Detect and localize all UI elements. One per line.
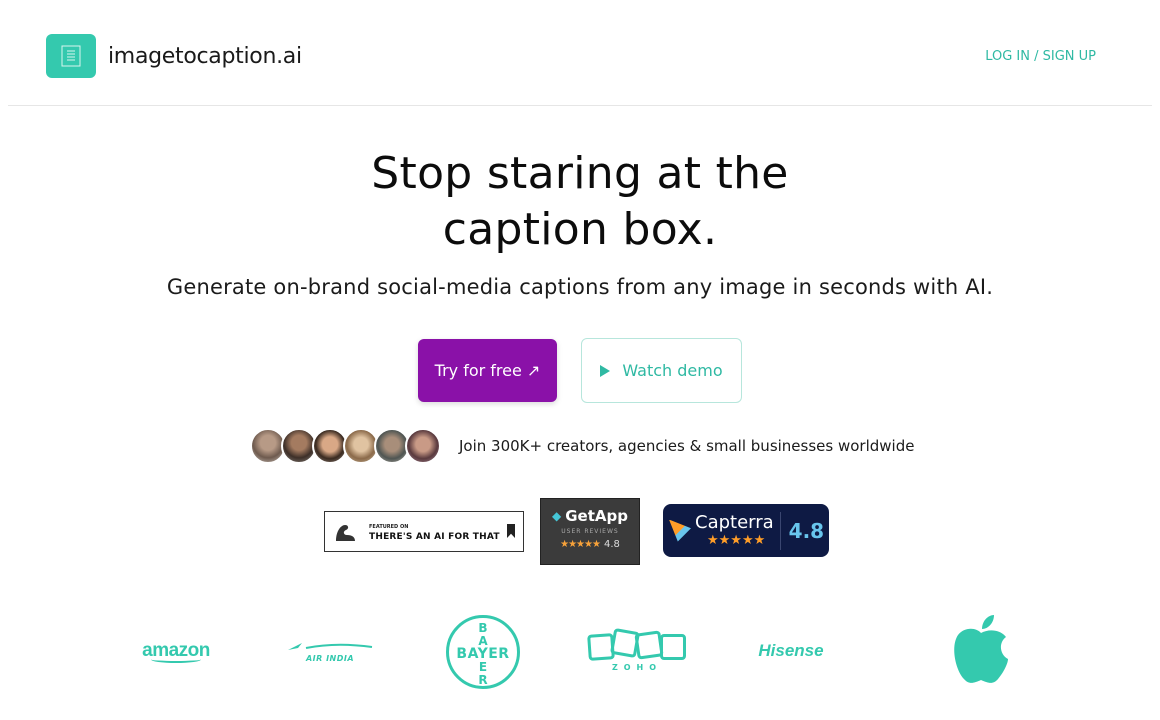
star-rating-icon: ★★★★★ xyxy=(560,539,601,550)
play-icon xyxy=(600,364,611,377)
watch-demo-button[interactable]: Watch demo xyxy=(581,338,742,403)
amazon-smile-icon xyxy=(151,656,201,663)
login-signup-link[interactable]: LOG IN / SIGN UP xyxy=(985,49,1096,64)
bayer-letter: B xyxy=(478,621,488,635)
star-rating-icon: ★★★★★ xyxy=(707,533,766,548)
flexed-arm-icon xyxy=(336,524,355,541)
amazon-logo: amazon xyxy=(138,636,214,666)
zoho-logo: ZOHO xyxy=(586,627,688,674)
theres-an-ai-for-that-badge[interactable]: FEATURED ON THERE'S AN AI FOR THAT xyxy=(324,511,524,552)
aift-featured-label: FEATURED ON xyxy=(369,523,409,530)
customer-logos: amazon AIR INDIA B A Y E R BAYER ZOHO Hi… xyxy=(0,612,1160,692)
try-for-free-button[interactable]: Try for free ↗ xyxy=(418,339,557,402)
bookmark-icon xyxy=(507,524,515,538)
social-proof: Join 300K+ creators, agencies & small bu… xyxy=(250,428,914,464)
capterra-rating-value: 4.8 xyxy=(788,518,825,543)
watch-demo-label: Watch demo xyxy=(622,361,723,380)
air-india-logo: AIR INDIA xyxy=(286,636,374,666)
bayer-horizontal-text: BAYER xyxy=(456,646,510,662)
zoho-square-icon xyxy=(660,634,686,660)
getapp-badge[interactable]: ◆ GetApp USER REVIEWS ★★★★★ 4.8 xyxy=(540,498,640,565)
bayer-letter: R xyxy=(478,673,488,687)
air-india-wordmark: AIR INDIA xyxy=(305,653,355,663)
document-lines-icon xyxy=(61,45,81,67)
air-india-swoosh-icon xyxy=(288,643,373,650)
bayer-letter: E xyxy=(478,660,488,674)
site-header: imagetocaption.ai LOG IN / SIGN UP xyxy=(8,0,1152,106)
review-badges: FEATURED ON THERE'S AN AI FOR THAT ◆ Get… xyxy=(0,498,1160,566)
getapp-logo-icon: ◆ xyxy=(552,509,562,523)
capterra-logo-icon xyxy=(669,519,691,542)
zoho-wordmark: ZOHO xyxy=(611,663,663,672)
aift-title: THERE'S AN AI FOR THAT xyxy=(369,531,500,542)
apple-logo xyxy=(948,612,1014,688)
hero-title-line2: caption box. xyxy=(442,204,718,255)
avatar xyxy=(405,428,441,464)
logo-text: imagetocaption.ai xyxy=(108,43,302,69)
apple-logo-icon xyxy=(954,615,1008,683)
hero-title: Stop staring at the caption box. xyxy=(0,146,1160,258)
site-logo[interactable]: imagetocaption.ai xyxy=(46,34,302,78)
capterra-divider xyxy=(779,511,781,550)
bayer-logo: B A Y E R BAYER xyxy=(446,615,520,689)
hero-subtitle: Generate on-brand social-media captions … xyxy=(166,275,994,299)
social-proof-text: Join 300K+ creators, agencies & small bu… xyxy=(459,437,915,455)
capterra-name: Capterra xyxy=(695,512,774,533)
hisense-logo: Hisense xyxy=(758,641,824,660)
capterra-badge[interactable]: Capterra ★★★★★ 4.8 xyxy=(663,504,829,557)
logo-document-icon xyxy=(46,34,96,78)
getapp-rating-value: 4.8 xyxy=(603,539,620,550)
getapp-sub-label: USER REVIEWS xyxy=(561,528,619,535)
avatar-group xyxy=(250,428,441,464)
hero-title-line1: Stop staring at the xyxy=(371,148,789,199)
getapp-name: GetApp xyxy=(565,507,628,525)
